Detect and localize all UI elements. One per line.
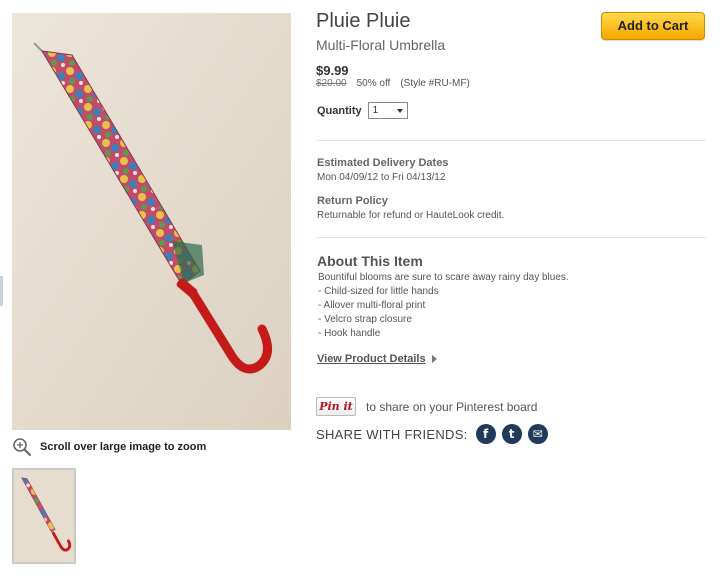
add-to-cart-button[interactable]: Add to Cart: [601, 12, 705, 40]
about-intro: Bountiful blooms are sure to scare away …: [318, 272, 569, 283]
umbrella-illustration: [12, 13, 291, 430]
discount-label: 50% off: [356, 78, 391, 89]
product-name: Multi-Floral Umbrella: [316, 37, 446, 53]
pinterest-row: Pin it to share on your Pinterest board: [316, 397, 537, 416]
twitter-icon[interactable]: t: [501, 424, 522, 444]
style-number: (Style #RU-MF): [400, 78, 470, 89]
view-product-details-label: View Product Details: [317, 353, 426, 365]
share-label: SHARE WITH FRIENDS:: [316, 426, 468, 442]
product-brand: Pluie Pluie: [316, 10, 411, 32]
chevron-right-icon: [431, 355, 437, 363]
about-bullet: - Child-sized for little hands: [318, 286, 439, 297]
magnifier-icon: [13, 438, 32, 457]
pinterest-text: to share on your Pinterest board: [366, 399, 538, 414]
price-details: $20.00 50% off (Style #RU-MF): [316, 78, 470, 89]
return-policy-title: Return Policy: [317, 195, 388, 207]
divider: [316, 140, 706, 141]
umbrella-thumbnail-illustration: [14, 470, 74, 562]
return-policy-text: Returnable for refund or HauteLook credi…: [317, 210, 505, 221]
zoom-hint: Scroll over large image to zoom: [12, 437, 206, 457]
side-feedback-tab[interactable]: [0, 276, 3, 306]
facebook-icon[interactable]: f: [475, 424, 496, 444]
chevron-down-icon: [396, 108, 403, 113]
product-thumbnail[interactable]: [12, 468, 76, 564]
sale-price: $9.99: [316, 63, 349, 78]
quantity-row: Quantity 1: [317, 102, 408, 119]
delivery-title: Estimated Delivery Dates: [317, 157, 449, 169]
zoom-hint-label: Scroll over large image to zoom: [40, 441, 207, 453]
quantity-label: Quantity: [317, 104, 362, 117]
about-description: Bountiful blooms are sure to scare away …: [318, 271, 569, 341]
quantity-value: 1: [372, 105, 379, 116]
pin-it-button[interactable]: Pin it: [316, 397, 356, 416]
view-product-details-link[interactable]: View Product Details: [317, 353, 437, 365]
share-row: SHARE WITH FRIENDS: f t ✉: [316, 424, 548, 444]
delivery-dates: Mon 04/09/12 to Fri 04/13/12: [317, 172, 446, 183]
email-icon[interactable]: ✉: [527, 424, 548, 444]
quantity-select[interactable]: 1: [367, 102, 408, 119]
product-main-image[interactable]: [12, 13, 291, 430]
about-bullet: - Hook handle: [318, 328, 381, 339]
divider: [316, 237, 706, 238]
about-bullet: - Velcro strap closure: [318, 314, 412, 325]
about-bullet: - Allover multi-floral print: [318, 300, 426, 311]
about-title: About This Item: [317, 253, 423, 269]
original-price: $20.00: [316, 78, 347, 89]
